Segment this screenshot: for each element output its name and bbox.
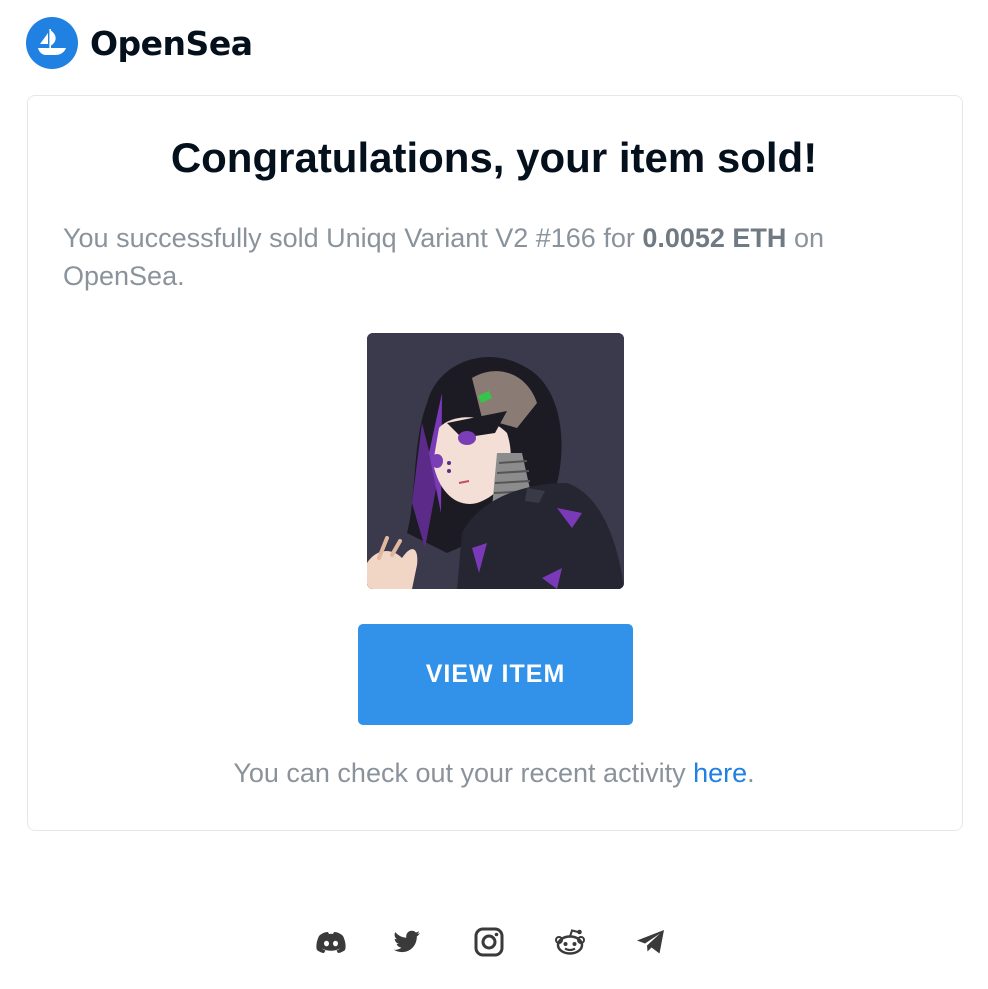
social-links [310,925,670,959]
sale-message: You successfully sold Uniqq Variant V2 #… [63,219,913,295]
activity-suffix: . [747,758,755,788]
header: OpenSea [26,17,253,69]
activity-prefix: You can check out your recent activity [233,758,694,788]
opensea-logo-icon[interactable] [26,17,78,69]
telegram-icon[interactable] [634,925,668,959]
discord-icon[interactable] [314,925,348,959]
twitter-icon[interactable] [390,925,424,959]
sale-price: 0.0052 ETH [642,223,787,253]
nft-item-image[interactable] [367,333,624,589]
activity-here-link[interactable]: here [693,758,747,788]
reddit-icon[interactable] [553,925,587,959]
recent-activity-text: You can check out your recent activity h… [0,758,988,789]
sale-message-prefix: You successfully sold Uniqq Variant V2 #… [63,223,643,253]
page-title: Congratulations, your item sold! [170,134,818,181]
instagram-icon[interactable] [472,925,506,959]
brand-name[interactable]: OpenSea [90,24,253,63]
view-item-button[interactable]: VIEW ITEM [358,624,633,725]
